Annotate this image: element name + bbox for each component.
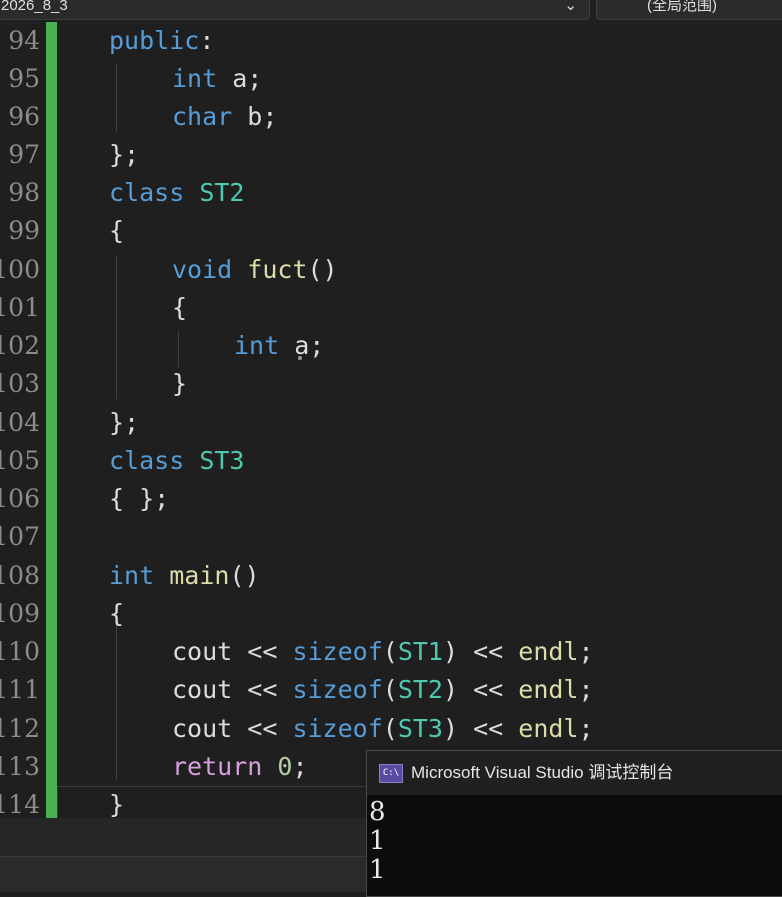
project-dropdown[interactable]: 2026_8_3 ⌄ [0,0,590,20]
code-line: class ST2 [109,178,245,207]
code-line: int a; [172,64,263,93]
navigation-bar: 2026_8_3 ⌄ (全局范围) [0,0,782,22]
line-number: 94 [8,26,40,55]
change-tracking-bar [46,22,57,824]
line-number: 105 [0,446,40,475]
scope-dropdown[interactable]: (全局范围) [596,0,782,20]
line-number: 108 [0,561,40,590]
code-line: { [109,216,125,245]
line-number: 103 [0,369,40,398]
line-number: 111 [0,675,40,704]
console-output-line: 1 [369,826,386,856]
code-line: { }; [109,484,170,513]
code-line: int main() [109,561,260,590]
line-number: 113 [0,752,40,781]
line-number: 104 [0,408,40,437]
line-number: 109 [0,599,40,628]
console-output-line: 1 [369,855,386,885]
indent-guide [116,255,117,399]
code-line: }; [109,140,140,169]
code-line: { [172,293,188,322]
line-number: 101 [0,293,40,322]
code-line: return 0; [172,752,308,781]
indent-guide [116,64,117,132]
code-line: void fuct() [172,255,338,284]
line-number: 106 [0,484,40,513]
line-number: 100 [0,255,40,284]
line-number: 107 [0,522,40,551]
line-number: 99 [8,216,40,245]
indent-guide [116,622,117,780]
line-number: 98 [8,178,40,207]
code-editor[interactable]: 94 95 96 97 98 99 100 101 102 103 104 10… [0,22,782,824]
line-number: 110 [0,637,40,666]
chevron-down-icon: ⌄ [564,0,577,14]
indent-guide [178,331,179,367]
project-name: 2026_8_3 [1,0,68,14]
console-title-bar[interactable]: C:\ Microsoft Visual Studio 调试控制台 [367,751,782,795]
code-line: cout << sizeof(ST1) << endl; [172,637,594,666]
scope-label: (全局范围) [647,0,717,14]
code-line: cout << sizeof(ST3) << endl; [172,714,594,743]
code-line: { [109,599,125,628]
line-number: 102 [0,331,40,360]
code-line: cout << sizeof(ST2) << endl; [172,675,594,704]
debug-console-window[interactable]: C:\ Microsoft Visual Studio 调试控制台 8 1 1 [366,750,782,897]
code-line: }; [109,408,140,437]
line-number: 97 [8,140,40,169]
code-line: class ST3 [109,446,245,475]
code-line: char b; [172,102,278,131]
code-line: } [172,369,188,398]
console-output-line: 8 [369,797,386,827]
console-title: Microsoft Visual Studio 调试控制台 [411,763,674,782]
intellisense-dot [298,356,302,360]
code-line: int a; [234,331,325,360]
line-number: 112 [0,714,40,743]
line-number: 95 [8,64,40,93]
code-line: public: [109,26,215,55]
line-number: 96 [8,102,40,131]
console-icon: C:\ [379,764,403,783]
